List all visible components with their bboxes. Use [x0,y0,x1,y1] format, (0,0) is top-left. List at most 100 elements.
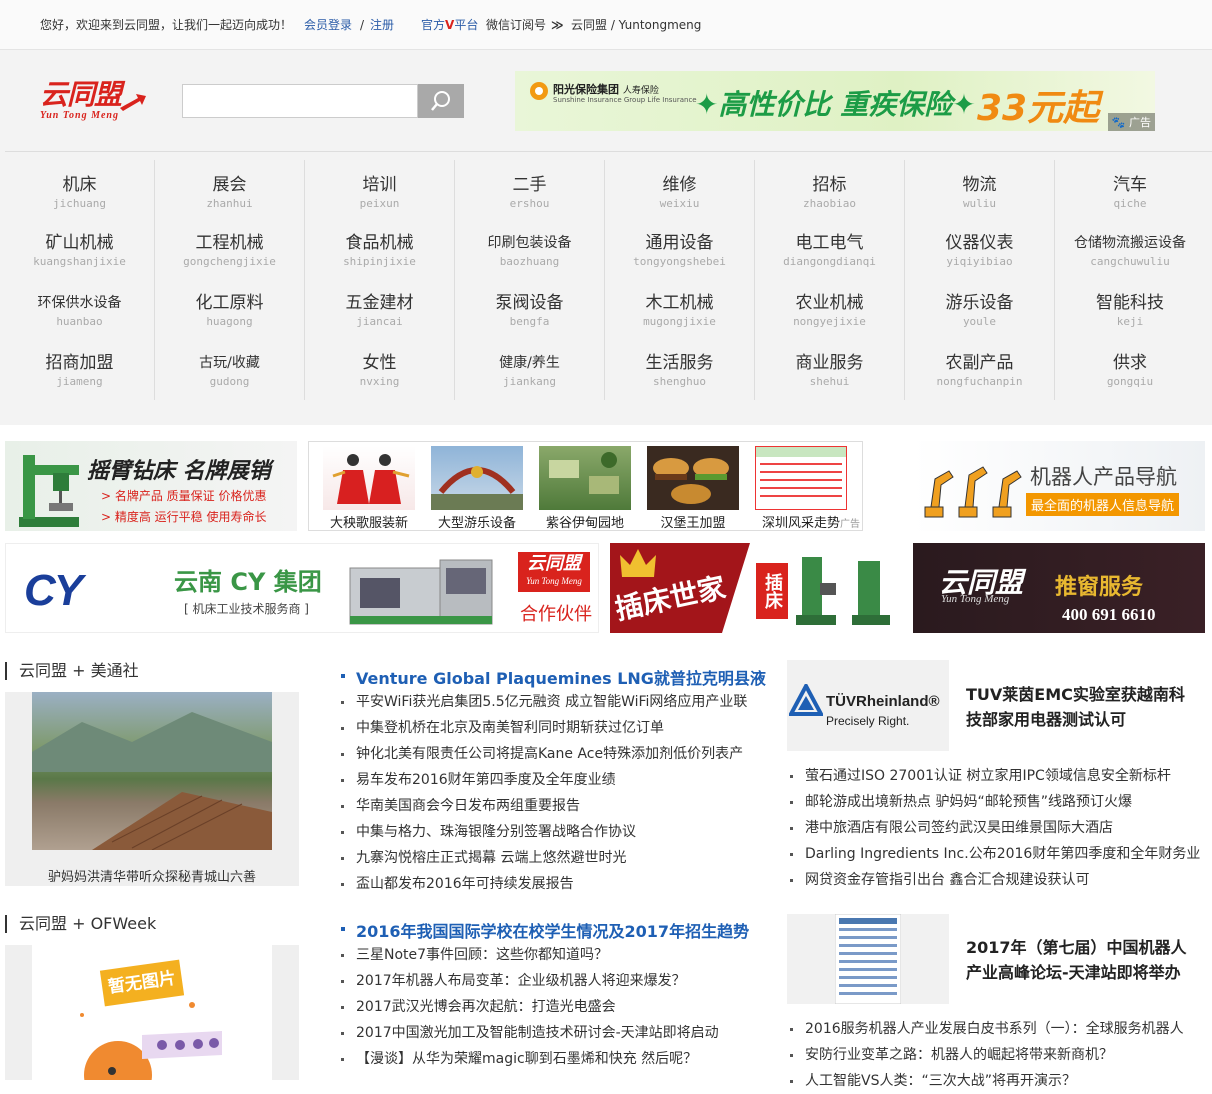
nav-item[interactable]: 仪器仪表 yiqiyibiao [905,220,1055,280]
nav-item[interactable]: 电工电气 diangongdianqi [755,220,905,280]
nav-item[interactable]: 供求 gongqiu [1055,340,1205,400]
news-item[interactable]: 易车发布2016财年第四季度及全年度业绩 [340,767,747,793]
news-headline-2[interactable]: 2016年我国国际学校在校学生情况及2017年招生趋势 [340,918,749,942]
cy-partner-badge: 云同盟 Yun Tong Meng [518,552,590,592]
nav-item[interactable]: 健康/养生 jiankang [455,340,605,400]
site-logo[interactable]: 云同盟 Yun Tong Meng [40,80,150,124]
brand-link[interactable]: 云同盟 / Yuntongmeng [571,0,701,50]
service-banner[interactable]: 云同盟 Yun Tong Meng 推窗服务 400 691 6610 [913,543,1205,633]
news-list-1: 平安WiFi获光启集团5.5亿元融资 成立智能WiFi网络应用产业联 中集登机桥在… [340,689,747,897]
login-link[interactable]: 会员登录 [304,0,352,50]
nav-item[interactable]: 食品机械 shipinjixie [305,220,455,280]
nav-item[interactable]: 通用设备 tongyongshebei [605,220,755,280]
news-item[interactable]: 人工智能VS人类：“三次大战”将再开演示？ [789,1068,1184,1094]
drill-line2: > 精度高 运行平稳 使用寿命长 [101,510,267,524]
tuv-logo-card[interactable]: TÜVRheinland® Precisely Right. [787,660,949,751]
news-item[interactable]: 【漫谈】从华为荣耀magic聊到石墨烯和快充 然后呢？ [340,1046,719,1072]
news-item[interactable]: 三星Note7事件回顾：这些你都知道吗？ [340,942,719,968]
nav-item[interactable]: 农副产品 nongfuchanpin [905,340,1055,400]
nav-item[interactable]: 二手 ershou [455,160,605,220]
nav-item[interactable]: 五金建材 jiancai [305,280,455,340]
doc-thumb-card[interactable] [787,914,949,1004]
jcsj-banner[interactable]: 插床世家 插床 [610,543,902,633]
news-item[interactable]: 九寨沟悦榕庄正式揭幕 云端上悠然避世时光 [340,845,747,871]
thumb-item[interactable]: 深圳风采走势 [755,446,847,531]
service-logo-en: Yun Tong Meng [941,593,1010,605]
nav-item[interactable]: 泵阀设备 bengfa [455,280,605,340]
cy-partner-text: 合作伙伴 [520,604,592,625]
news-item[interactable]: Darling Ingredients Inc.公布2016财年第四季度和全年财… [789,841,1200,867]
news-item[interactable]: 萤石通过ISO 27001认证 树立家用IPC领域信息安全新标杆 [789,763,1200,789]
official-platform-link[interactable]: 官方V平台 [421,0,478,50]
nav-item[interactable]: 招商加盟 jiameng [5,340,155,400]
wechat-link[interactable]: 微信订阅号 [486,0,546,50]
nav-item-label: 工程机械 [195,233,264,253]
top-ad-banner[interactable]: 阳光保险集团 人寿保险 Sunshine Insurance Group Lif… [515,71,1155,131]
news-item[interactable]: 2017年机器人布局变革：企业级机器人将迎来爆发？ [340,968,719,994]
nav-item-label: 女性 [362,353,397,373]
news-item[interactable]: 2017中国激光加工及智能制造技术研讨会-天津站即将启动 [340,1020,719,1046]
nav-item[interactable]: 化工原料 huagong [155,280,305,340]
nav-item[interactable]: 智能科技 keji [1055,280,1205,340]
feature-headline-1[interactable]: TUV莱茵EMC实验室获越南科技部家用电器测试认可 [966,682,1191,732]
nav-item-label: 农副产品 [945,353,1014,373]
nav-item[interactable]: 木工机械 mugongjixie [605,280,755,340]
search-button[interactable] [418,84,464,118]
news-item[interactable]: 网贷资金存管指引出台 鑫合汇合规建设获认可 [789,867,1200,893]
ad-slogan: ✦高性价比 重疾保险✦ [695,88,976,121]
service-title: 推窗服务 [1055,575,1144,600]
news-item[interactable]: 盃山都发布2016年可持续发展报告 [340,871,747,897]
nav-item[interactable]: 展会 zhanhui [155,160,305,220]
nav-item[interactable]: 工程机械 gongchengjixie [155,220,305,280]
nav-item-pinyin: yiqiyibiao [946,255,1013,268]
news-item[interactable]: 2016服务机器人产业发展白皮书系列（一）：全球服务机器人 [789,1016,1184,1042]
nav-item[interactable]: 游乐设备 youle [905,280,1055,340]
nav-item-label: 维修 [662,175,697,195]
nav-item[interactable]: 商业服务 shehui [755,340,905,400]
news-item[interactable]: 中集登机桥在北京及南美智利同时期斩获过亿订单 [340,715,747,741]
news-item[interactable]: 钟化北美有限责任公司将提高Kane Ace特殊添加剂低价列表产 [340,741,747,767]
thumb-item[interactable]: 大秧歌服装新 [323,446,415,531]
nav-row: 机床 jichuang 展会 zhanhui 培训 peixun 二手 ershou 维修 wei… [5,160,1205,220]
nav-item[interactable]: 环保供水设备 huanbao [5,280,155,340]
news-item[interactable]: 中集与格力、珠海银隆分别签署战略合作协议 [340,819,747,845]
cy-sub: [ 机床工业技术服务商 ] [184,602,309,616]
ad-company-en: Sunshine Insurance Group Life Insurance [553,96,697,104]
nav-item-pinyin: jichuang [53,197,106,210]
nav-item[interactable]: 物流 wuliu [905,160,1055,220]
nav-item-pinyin: shehui [809,375,850,388]
nav-item[interactable]: 农业机械 nongyejixie [755,280,905,340]
thumb-item[interactable]: 汉堡王加盟 [647,446,739,531]
search-input[interactable] [182,84,418,118]
robot-banner[interactable]: 机器人产品导航 最全面的机器人信息导航 [913,441,1205,531]
photo-card[interactable]: 驴妈妈洪清华带听众探秘青城山六善 [5,692,299,886]
nav-item[interactable]: 矿山机械 kuangshanjixie [5,220,155,280]
thumb-item[interactable]: 大型游乐设备 [431,446,523,531]
official-v: V [445,18,455,32]
nav-item[interactable]: 生活服务 shenghuo [605,340,755,400]
nav-item[interactable]: 机床 jichuang [5,160,155,220]
nav-item[interactable]: 女性 nvxing [305,340,455,400]
nav-item[interactable]: 印刷包装设备 baozhuang [455,220,605,280]
register-link[interactable]: 注册 [370,0,394,50]
news-item[interactable]: 平安WiFi获光启集团5.5亿元融资 成立智能WiFi网络应用产业联 [340,689,747,715]
nav-item[interactable]: 古玩/收藏 gudong [155,340,305,400]
nav-item[interactable]: 维修 weixiu [605,160,755,220]
news-item[interactable]: 2017武汉光博会再次起航：打造光电盛会 [340,994,719,1020]
nav-item-label: 木工机械 [645,293,714,313]
nav-item[interactable]: 招标 zhaobiao [755,160,905,220]
news-headline-1[interactable]: Venture Global Plaquemines LNG就普拉克明县液 [341,665,766,689]
thumb-item[interactable]: 紫谷伊甸园地 [539,446,631,531]
news-item[interactable]: 港中旅酒店有限公司签约武汉昊田维景国际大酒店 [789,815,1200,841]
news-item[interactable]: 安防行业变革之路：机器人的崛起将带来新商机？ [789,1042,1184,1068]
nav-item[interactable]: 汽车 qiche [1055,160,1205,220]
feature-headline-2[interactable]: 2017年（第七届）中国机器人产业高峰论坛-天津站即将举办 [966,935,1191,985]
drill-banner[interactable]: 摇臂钻床 名牌展销 > 名牌产品 质量保证 价格优惠 > 精度高 运行平稳 使用… [5,441,297,531]
news-item[interactable]: 华南美国商会今日发布两组重要报告 [340,793,747,819]
nav-item-pinyin: shenghuo [653,375,706,388]
news-item[interactable]: 邮轮游成出境新热点 驴妈妈“邮轮预售”线路预订火爆 [789,789,1200,815]
no-image-card[interactable]: 暂无图片 [5,945,299,1080]
cy-group-banner[interactable]: CY 云南 CY 集团 [ 机床工业技术服务商 ] 云同盟 Yun Tong M… [5,543,599,633]
nav-item[interactable]: 培训 peixun [305,160,455,220]
nav-item[interactable]: 仓储物流搬运设备 cangchuwuliu [1055,220,1205,280]
